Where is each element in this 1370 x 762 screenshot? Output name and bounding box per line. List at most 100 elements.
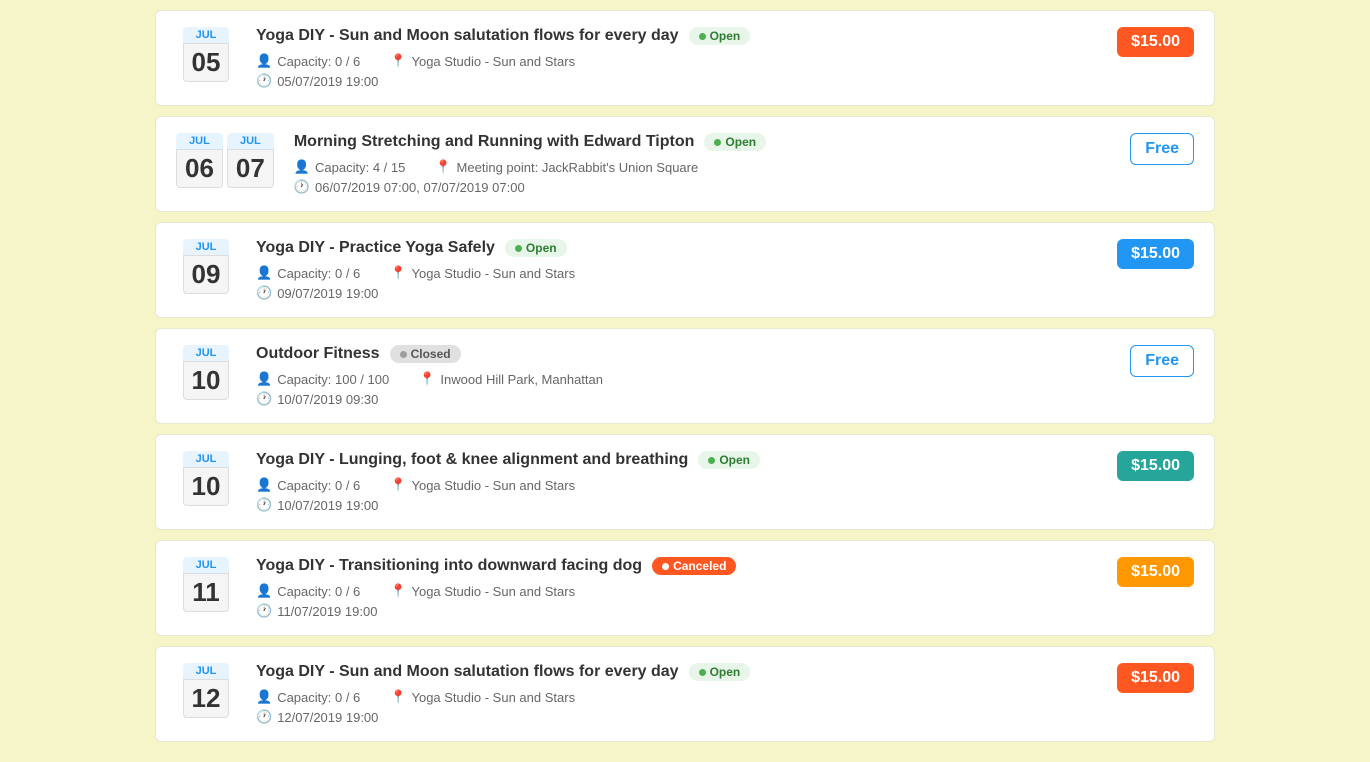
event-title: Yoga DIY - Lunging, foot & knee alignmen… <box>256 451 688 469</box>
event-card[interactable]: JUL 12 Yoga DIY - Sun and Moon salutatio… <box>155 646 1215 742</box>
events-list: JUL 05 Yoga DIY - Sun and Moon salutatio… <box>135 0 1235 762</box>
location-icon: 📍 <box>390 477 406 493</box>
event-datetime: 05/07/2019 19:00 <box>277 74 378 89</box>
event-time-row: 🕐 05/07/2019 19:00 <box>256 73 1094 89</box>
location-text: Yoga Studio - Sun and Stars <box>411 690 575 705</box>
event-time-row: 🕐 06/07/2019 07:00, 07/07/2019 07:00 <box>294 179 1094 195</box>
date-day: 10 <box>183 467 230 506</box>
status-badge: Open <box>689 663 751 681</box>
event-datetime: 12/07/2019 19:00 <box>277 710 378 725</box>
location-text: Yoga Studio - Sun and Stars <box>411 584 575 599</box>
event-details: Yoga DIY - Sun and Moon salutation flows… <box>256 663 1094 725</box>
event-meta: 👤 Capacity: 0 / 6 📍 Yoga Studio - Sun an… <box>256 53 1094 69</box>
date-badge: JUL 06 JUL 07 <box>176 133 274 188</box>
location-icon: 📍 <box>435 159 451 175</box>
event-card[interactable]: JUL 10 Outdoor Fitness Closed 👤 Capacity… <box>155 328 1215 424</box>
location-item: 📍 Yoga Studio - Sun and Stars <box>390 265 575 281</box>
date-day: 09 <box>183 255 230 294</box>
event-meta: 👤 Capacity: 100 / 100 📍 Inwood Hill Park… <box>256 371 1094 387</box>
date-badge: JUL 05 <box>176 27 236 82</box>
event-title: Morning Stretching and Running with Edwa… <box>294 133 695 151</box>
location-icon: 📍 <box>390 583 406 599</box>
person-icon: 👤 <box>256 53 272 69</box>
clock-icon: 🕐 <box>256 285 272 301</box>
event-details: Yoga DIY - Practice Yoga Safely Open 👤 C… <box>256 239 1094 301</box>
date-month: JUL <box>183 27 230 43</box>
event-datetime: 09/07/2019 19:00 <box>277 286 378 301</box>
location-item: 📍 Yoga Studio - Sun and Stars <box>390 477 575 493</box>
date-badge: JUL 10 <box>176 451 236 506</box>
date-badge: JUL 09 <box>176 239 236 294</box>
event-title: Yoga DIY - Transitioning into downward f… <box>256 557 642 575</box>
clock-icon: 🕐 <box>256 709 272 725</box>
event-meta: 👤 Capacity: 0 / 6 📍 Yoga Studio - Sun an… <box>256 477 1094 493</box>
event-title-row: Outdoor Fitness Closed <box>256 345 1094 363</box>
capacity-text: Capacity: 0 / 6 <box>277 690 360 705</box>
price-area: $15.00 <box>1114 451 1194 481</box>
event-title-row: Yoga DIY - Practice Yoga Safely Open <box>256 239 1094 257</box>
event-card[interactable]: JUL 06 JUL 07 Morning Stretching and Run… <box>155 116 1215 212</box>
event-title: Yoga DIY - Sun and Moon salutation flows… <box>256 663 679 681</box>
event-meta: 👤 Capacity: 0 / 6 📍 Yoga Studio - Sun an… <box>256 689 1094 705</box>
event-title-row: Yoga DIY - Transitioning into downward f… <box>256 557 1094 575</box>
date-month: JUL <box>183 239 230 255</box>
event-card[interactable]: JUL 05 Yoga DIY - Sun and Moon salutatio… <box>155 10 1215 106</box>
event-meta: 👤 Capacity: 0 / 6 📍 Yoga Studio - Sun an… <box>256 265 1094 281</box>
event-datetime: 11/07/2019 19:00 <box>277 604 377 619</box>
capacity-item: 👤 Capacity: 100 / 100 <box>256 371 389 387</box>
date-day: 06 <box>176 149 223 188</box>
price-tag: $15.00 <box>1117 451 1194 481</box>
capacity-text: Capacity: 4 / 15 <box>315 160 405 175</box>
price-tag: $15.00 <box>1117 663 1194 693</box>
date-month: JUL <box>183 557 229 573</box>
date-day: 10 <box>183 361 230 400</box>
event-time-row: 🕐 10/07/2019 19:00 <box>256 497 1094 513</box>
event-meta: 👤 Capacity: 4 / 15 📍 Meeting point: Jack… <box>294 159 1094 175</box>
capacity-item: 👤 Capacity: 4 / 15 <box>294 159 406 175</box>
event-time-row: 🕐 11/07/2019 19:00 <box>256 603 1094 619</box>
capacity-item: 👤 Capacity: 0 / 6 <box>256 265 360 281</box>
event-title-row: Morning Stretching and Running with Edwa… <box>294 133 1094 151</box>
event-card[interactable]: JUL 11 Yoga DIY - Transitioning into dow… <box>155 540 1215 636</box>
price-area: $15.00 <box>1114 27 1194 57</box>
date-day: 11 <box>183 573 229 612</box>
event-card[interactable]: JUL 10 Yoga DIY - Lunging, foot & knee a… <box>155 434 1215 530</box>
event-details: Yoga DIY - Lunging, foot & knee alignmen… <box>256 451 1094 513</box>
clock-icon: 🕐 <box>256 497 272 513</box>
location-item: 📍 Yoga Studio - Sun and Stars <box>390 689 575 705</box>
date-day-2: 07 <box>227 149 274 188</box>
price-area: Free <box>1114 345 1194 377</box>
event-title-row: Yoga DIY - Sun and Moon salutation flows… <box>256 27 1094 45</box>
location-text: Inwood Hill Park, Manhattan <box>440 372 603 387</box>
event-details: Morning Stretching and Running with Edwa… <box>294 133 1094 195</box>
event-card[interactable]: JUL 09 Yoga DIY - Practice Yoga Safely O… <box>155 222 1215 318</box>
location-text: Yoga Studio - Sun and Stars <box>411 478 575 493</box>
date-month-2: JUL <box>227 133 274 149</box>
event-details: Yoga DIY - Sun and Moon salutation flows… <box>256 27 1094 89</box>
status-badge: Canceled <box>652 557 736 575</box>
event-time-row: 🕐 12/07/2019 19:00 <box>256 709 1094 725</box>
event-meta: 👤 Capacity: 0 / 6 📍 Yoga Studio - Sun an… <box>256 583 1094 599</box>
clock-icon: 🕐 <box>294 179 310 195</box>
event-title: Yoga DIY - Sun and Moon salutation flows… <box>256 27 679 45</box>
person-icon: 👤 <box>256 689 272 705</box>
status-badge: Open <box>704 133 766 151</box>
event-time-row: 🕐 09/07/2019 19:00 <box>256 285 1094 301</box>
capacity-item: 👤 Capacity: 0 / 6 <box>256 689 360 705</box>
location-icon: 📍 <box>390 53 406 69</box>
location-icon: 📍 <box>390 265 406 281</box>
location-text: Yoga Studio - Sun and Stars <box>411 54 575 69</box>
status-badge: Open <box>505 239 567 257</box>
date-month: JUL <box>183 345 230 361</box>
capacity-text: Capacity: 0 / 6 <box>277 54 360 69</box>
price-area: Free <box>1114 133 1194 165</box>
person-icon: 👤 <box>256 583 272 599</box>
person-icon: 👤 <box>294 159 310 175</box>
location-item: 📍 Yoga Studio - Sun and Stars <box>390 53 575 69</box>
date-badge: JUL 10 <box>176 345 236 400</box>
location-icon: 📍 <box>390 689 406 705</box>
person-icon: 👤 <box>256 371 272 387</box>
event-details: Yoga DIY - Transitioning into downward f… <box>256 557 1094 619</box>
capacity-text: Capacity: 0 / 6 <box>277 584 360 599</box>
status-badge: Open <box>689 27 751 45</box>
